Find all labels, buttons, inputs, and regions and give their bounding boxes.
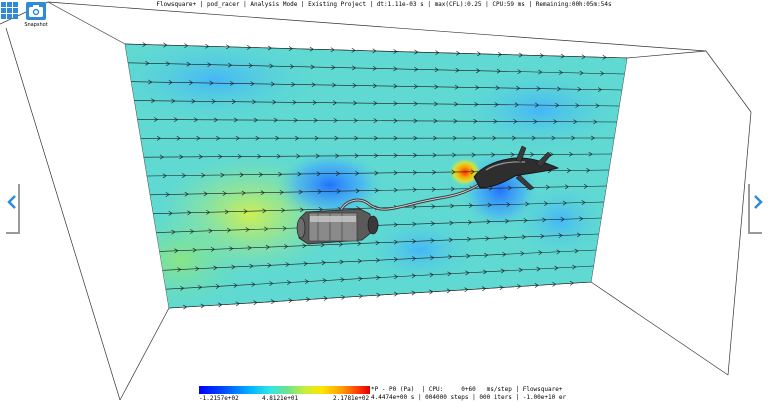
pressure-colorbar [199,386,370,394]
simulation-info: *P - P0 (Pa) | CPU: 0+60 ms/step | Flows… [371,386,566,402]
colorbar-max-label: 2.1781e+02 [333,395,370,402]
grid-menu-icon[interactable] [1,2,19,20]
camera-icon [26,2,46,20]
info-line-2: 4.4474e+00 s | 004000 steps | 000 iters … [371,394,567,401]
chevron-left-icon [7,195,16,209]
snapshot-label: Snapshot [24,22,48,28]
pressure-field-plane [125,44,627,308]
previous-view-button[interactable] [6,184,20,234]
flow-visualization-canvas[interactable] [0,0,768,403]
chevron-right-icon [754,195,763,209]
snapshot-button[interactable]: Snapshot [22,2,50,30]
info-line-1: *P - P0 (Pa) | CPU: 0+60 ms/step | Flows… [371,386,563,393]
colorbar-mid-label: 4.8121e+01 [262,395,299,402]
colorbar-min-label: -1.2157e+02 [199,395,239,402]
status-bar: Flowsquare+ | pod_racer | Analysis Mode … [156,1,612,8]
next-view-button[interactable] [748,184,763,234]
